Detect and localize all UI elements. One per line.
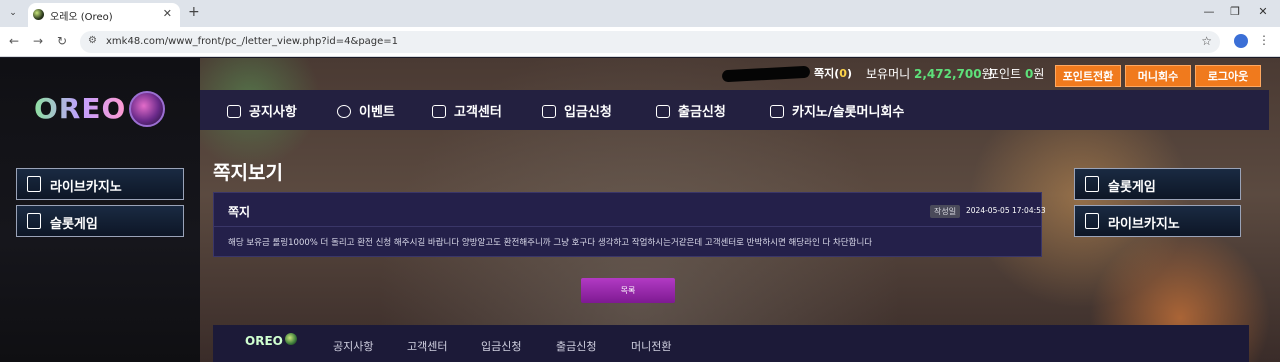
letter-label: 쪽지 (814, 67, 835, 80)
right-slot-label: 슬롯게임 (1108, 180, 1156, 195)
letter-indicator[interactable]: 쪽지(0) (814, 65, 852, 81)
window-close-icon[interactable]: ✕ (1253, 5, 1273, 18)
nav-support[interactable]: 고객센터 (432, 101, 502, 120)
money-info: 보유머니 2,472,700원 (866, 65, 993, 82)
cash-icon (656, 105, 670, 118)
menu-kebab-icon[interactable]: ⋮ (1258, 33, 1270, 47)
nav-support-label: 고객센터 (454, 105, 502, 120)
browser-tabbar: ⌄ 오레오 (Oreo) ✕ + — ❐ ✕ (0, 0, 1280, 27)
browser-tab[interactable]: 오레오 (Oreo) ✕ (28, 3, 180, 27)
money-value: 2,472,700 (914, 67, 982, 81)
letter-header: 쪽지 작성일 2024-05-05 17:04:53 (214, 193, 1046, 227)
date-badge: 작성일 (930, 205, 961, 218)
right-slot-button[interactable]: 슬롯게임 (1074, 168, 1241, 200)
profile-icon[interactable] (1234, 34, 1248, 48)
side-live-casino-label: 라이브카지노 (50, 180, 122, 195)
footer-link-withdraw[interactable]: 출금신청 (556, 338, 596, 354)
nav-notice-label: 공지사항 (249, 105, 297, 120)
nav-deposit[interactable]: 입금신청 (542, 101, 612, 120)
reload-icon[interactable]: ↻ (54, 34, 70, 48)
nav-deposit-label: 입금신청 (564, 105, 612, 120)
list-button[interactable]: 목록 (581, 278, 675, 303)
support-24-icon (432, 105, 446, 118)
nav-money-recall-label: 카지노/슬롯머니회수 (792, 105, 905, 120)
logout-button[interactable]: 로그아웃 (1195, 65, 1261, 87)
footer-logo[interactable]: OREO (245, 334, 283, 348)
side-live-casino-button[interactable]: 라이브카지노 (16, 168, 184, 200)
point-info: 포인트 0원 (988, 65, 1044, 82)
list-icon (227, 105, 241, 118)
site-logo[interactable]: OREO (34, 92, 126, 125)
site-info-icon[interactable]: ⚙ (88, 35, 97, 46)
main-nav: 공지사항 이벤트 고객센터 입금신청 출금신청 카지노/슬롯머니회수 (200, 90, 1269, 130)
letter-date: 2024-05-05 17:04:53 (966, 206, 1046, 215)
nav-notice[interactable]: 공지사항 (227, 101, 297, 120)
address-bar[interactable]: ⚙ xmk48.com/www_front/pc_/letter_view.ph… (80, 31, 1220, 53)
coins-icon (542, 105, 556, 118)
page: OREO 라이브카지노 슬롯게임 슬롯게임 라이브카지노 쪽지(0) 보유머니 … (0, 58, 1280, 362)
forward-icon[interactable]: → (30, 34, 46, 48)
favicon-icon (33, 9, 44, 20)
footer-link-notice[interactable]: 공지사항 (333, 338, 373, 354)
tab-title: 오레오 (Oreo) (50, 12, 113, 23)
letter-subject: 쪽지 (228, 205, 251, 219)
footer-link-support[interactable]: 고객센터 (407, 338, 447, 354)
new-tab-icon[interactable]: + (188, 4, 200, 20)
logo-ball-icon (129, 91, 165, 127)
slot-icon (27, 213, 41, 229)
nav-event[interactable]: 이벤트 (337, 101, 395, 120)
footer-link-money-convert[interactable]: 머니전환 (631, 338, 671, 354)
slot-icon (1085, 176, 1099, 192)
letter-panel: 쪽지 작성일 2024-05-05 17:04:53 해당 보유금 롤링1000… (213, 192, 1046, 257)
point-unit: 원 (1033, 67, 1045, 81)
redacted-username (721, 65, 811, 83)
letter-body: 해당 보유금 롤링1000% 더 돌리고 환전 신청 해주시길 바랍니다 양방알… (228, 238, 873, 248)
cards-icon (27, 176, 41, 192)
page-title: 쪽지보기 (213, 162, 283, 184)
footer-nav: OREO 공지사항 고객센터 입금신청 출금신청 머니전환 (213, 325, 1249, 362)
restore-icon[interactable]: ❐ (1225, 5, 1245, 18)
letter-count: 0 (839, 67, 847, 80)
nav-event-label: 이벤트 (359, 105, 395, 120)
nav-withdraw[interactable]: 출금신청 (656, 101, 726, 120)
cards-icon (1085, 213, 1099, 229)
money-recall-button[interactable]: 머니회수 (1125, 65, 1191, 87)
close-icon[interactable]: ✕ (163, 7, 172, 20)
browser-toolbar: ← → ↻ ⚙ xmk48.com/www_front/pc_/letter_v… (0, 27, 1280, 57)
nav-money-recall[interactable]: 카지노/슬롯머니회수 (770, 101, 904, 120)
right-live-casino-button[interactable]: 라이브카지노 (1074, 205, 1241, 237)
event-icon (337, 105, 351, 118)
point-convert-button[interactable]: 포인트전환 (1055, 65, 1121, 87)
back-icon[interactable]: ← (6, 34, 22, 48)
right-live-casino-label: 라이브카지노 (1108, 217, 1180, 232)
point-label: 포인트 (988, 67, 1022, 81)
bookmark-star-icon[interactable]: ☆ (1201, 34, 1212, 48)
footer-logo-ball-icon (285, 333, 297, 345)
minimize-icon[interactable]: — (1199, 5, 1219, 18)
side-slot-button[interactable]: 슬롯게임 (16, 205, 184, 237)
url-text[interactable]: xmk48.com/www_front/pc_/letter_view.php?… (106, 36, 398, 47)
footer-link-deposit[interactable]: 입금신청 (481, 338, 521, 354)
side-slot-label: 슬롯게임 (50, 217, 98, 232)
hand-money-icon (770, 105, 784, 118)
tab-search-icon[interactable]: ⌄ (4, 4, 22, 22)
nav-withdraw-label: 출금신청 (678, 105, 726, 120)
money-label: 보유머니 (866, 67, 911, 81)
